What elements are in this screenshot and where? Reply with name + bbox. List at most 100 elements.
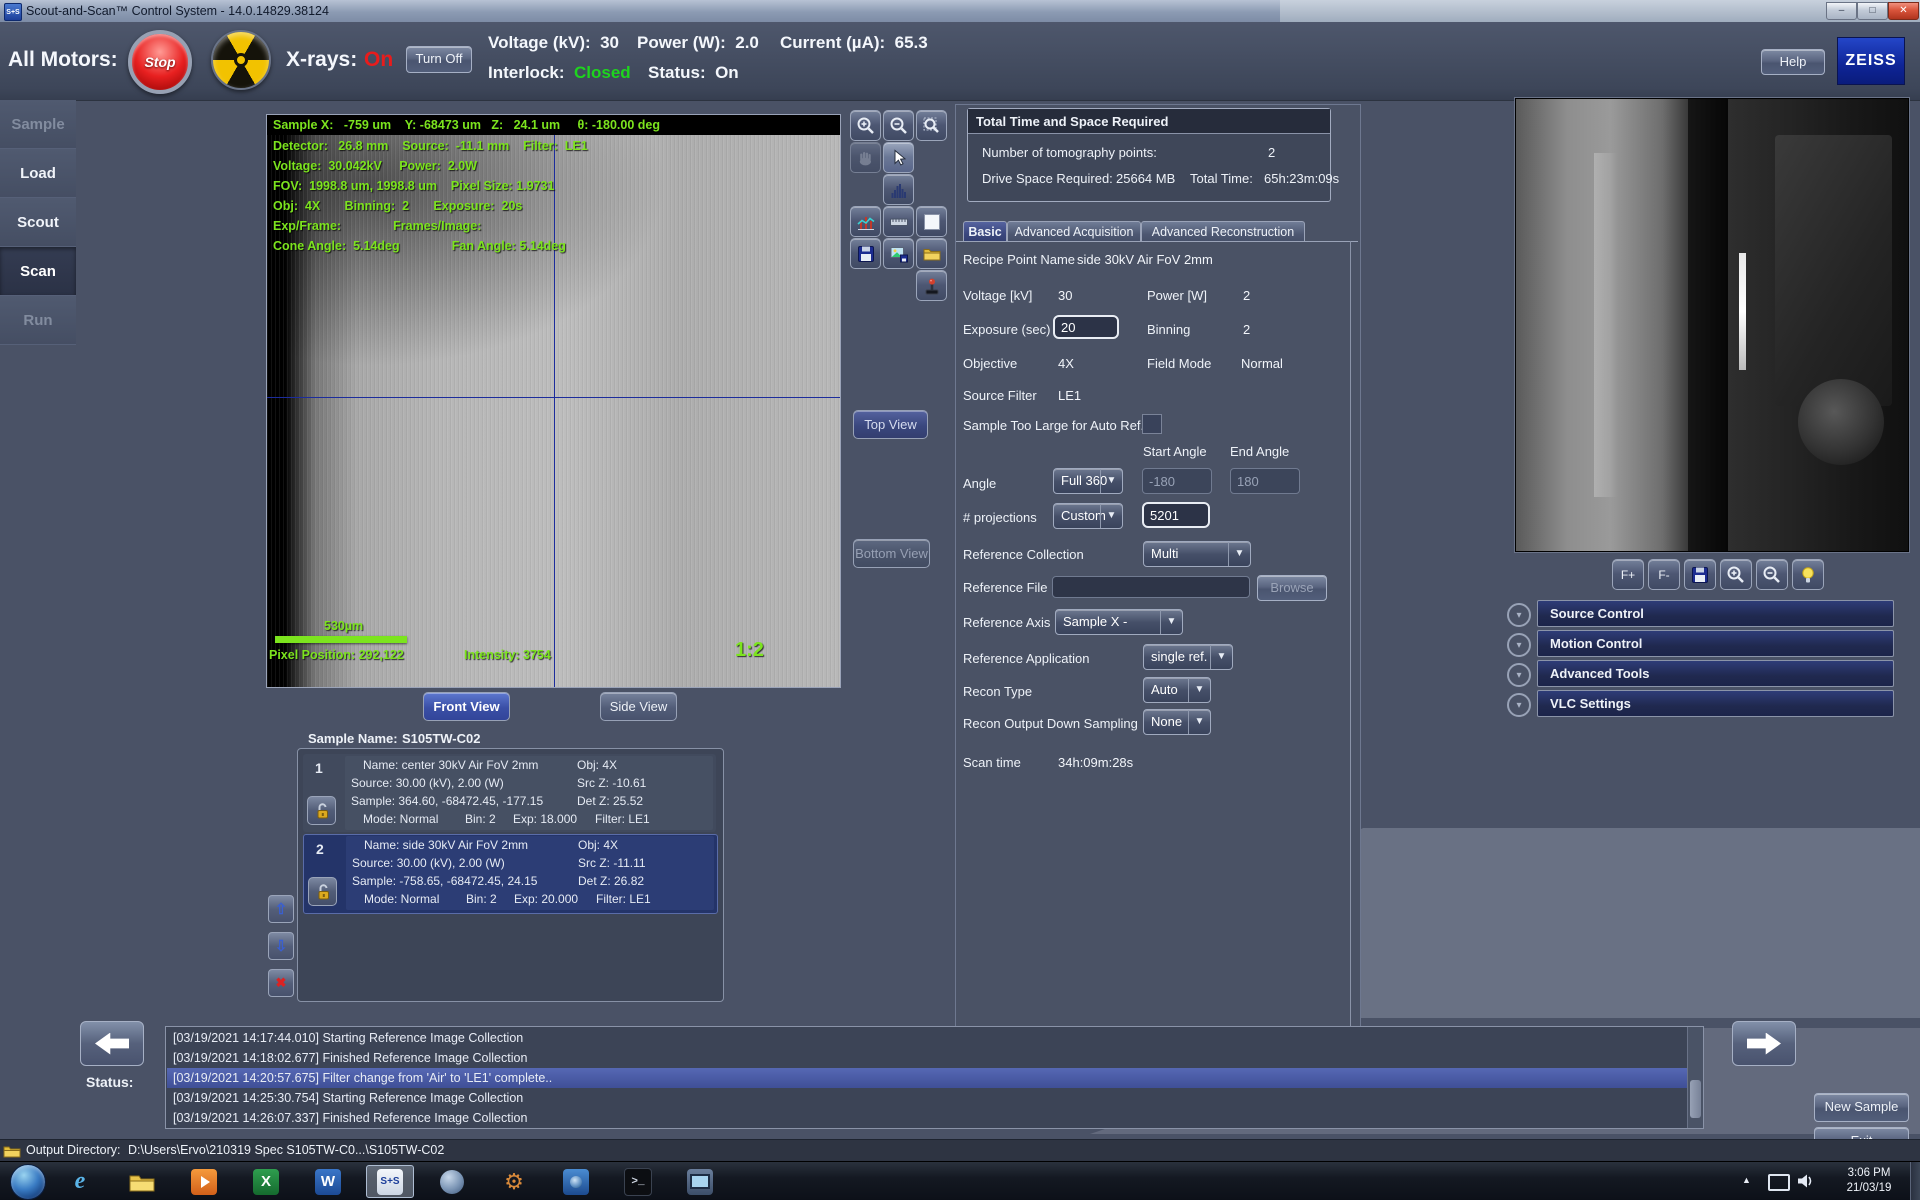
chevron-down-icon[interactable]: ▾ (1507, 693, 1531, 717)
ruler-icon[interactable] (883, 206, 914, 237)
nav-item-run[interactable]: Run (0, 296, 76, 345)
ref-axis-dropdown[interactable]: Sample X - ▼ (1055, 609, 1183, 635)
all-motors-stop-button[interactable]: Stop (128, 30, 192, 94)
tray-volume-icon[interactable] (1796, 1173, 1814, 1194)
cursor-select-icon[interactable] (883, 142, 914, 173)
camera-zoom-in-icon[interactable] (1720, 559, 1752, 590)
log-scrollbar-thumb[interactable] (1690, 1079, 1701, 1118)
projections-input[interactable] (1142, 502, 1210, 528)
region-box-icon[interactable] (916, 206, 947, 237)
taskbar-settings-app[interactable]: ⚙ (490, 1165, 538, 1198)
taskbar-clock[interactable]: 3:06 PM 21/03/19 (1838, 1166, 1900, 1196)
log-line[interactable]: [03/19/2021 14:25:30.754] Starting Refer… (167, 1088, 1692, 1108)
recipe-point-row-2-selected[interactable]: 2 Name: side 30kV Air FoV 2mm Obj: 4X So… (303, 834, 718, 914)
ref-collection-dropdown[interactable]: Multi ▼ (1143, 541, 1251, 567)
nav-item-scout[interactable]: Scout (0, 198, 76, 247)
light-bulb-icon[interactable] (1792, 559, 1824, 590)
joystick-icon[interactable] (916, 270, 947, 301)
tray-expand-icon[interactable]: ▲ (1742, 1175, 1751, 1185)
taskbar-camera-app[interactable] (552, 1165, 600, 1198)
ref-application-dropdown[interactable]: single ref. ▼ (1143, 644, 1233, 670)
delete-recipe-point-button[interactable]: ✖ (268, 969, 294, 997)
minimize-button[interactable]: – (1826, 2, 1857, 20)
top-view-button[interactable]: Top View (853, 410, 928, 439)
histogram-icon[interactable] (883, 174, 914, 205)
taskbar-explorer[interactable] (118, 1165, 166, 1198)
lock-icon[interactable] (307, 796, 336, 825)
recon-type-dropdown[interactable]: Auto ▼ (1143, 677, 1211, 703)
ref-file-input[interactable] (1052, 576, 1250, 598)
zoom-out-icon[interactable] (883, 110, 914, 141)
turn-off-button[interactable]: Turn Off (406, 46, 472, 73)
pan-hand-icon[interactable] (850, 142, 881, 173)
tab-advanced-reconstruction[interactable]: Advanced Reconstruction (1141, 221, 1305, 242)
chevron-down-icon[interactable]: ▾ (1507, 663, 1531, 687)
close-button[interactable]: ✕ (1888, 2, 1919, 20)
xray-image-viewport[interactable]: Sample X: -759 um Y: -68473 um Z: 24.1 u… (266, 114, 841, 688)
tab-basic[interactable]: Basic (963, 221, 1007, 242)
row-filter: Filter: LE1 (595, 812, 650, 826)
back-arrow-button[interactable] (80, 1021, 144, 1066)
taskbar-word[interactable]: W (304, 1165, 352, 1198)
chevron-down-icon[interactable]: ▾ (1507, 603, 1531, 627)
log-line[interactable]: [03/19/2021 14:17:44.010] Starting Refer… (167, 1028, 1692, 1048)
accordion-advanced-tools[interactable]: Advanced Tools (1537, 660, 1894, 687)
taskbar-console[interactable]: >_ (614, 1165, 662, 1198)
tab-advanced-acquisition[interactable]: Advanced Acquisition (1007, 221, 1141, 242)
status-log[interactable]: [03/19/2021 14:17:44.010] Starting Refer… (165, 1026, 1704, 1129)
focus-plus-button[interactable]: F+ (1612, 559, 1644, 590)
chevron-down-icon: ▼ (1100, 504, 1122, 528)
front-view-button[interactable]: Front View (423, 692, 510, 721)
zoom-in-icon[interactable] (850, 110, 881, 141)
save-icon[interactable] (850, 238, 881, 269)
log-line-selected[interactable]: [03/19/2021 14:20:57.675] Filter change … (167, 1068, 1692, 1088)
taskbar-excel[interactable]: X (242, 1165, 290, 1198)
tray-display-icon[interactable] (1768, 1174, 1790, 1191)
taskbar-internet-explorer[interactable]: e (56, 1165, 104, 1198)
log-line[interactable]: [03/19/2021 14:18:02.677] Finished Refer… (167, 1048, 1692, 1068)
export-image-icon[interactable] (883, 238, 914, 269)
row-filter: Filter: LE1 (596, 892, 651, 906)
power-value: 2 (1243, 288, 1251, 303)
row-index: 1 (315, 760, 323, 776)
help-button[interactable]: Help (1761, 49, 1825, 75)
taskbar-display-app[interactable] (676, 1165, 724, 1198)
show-desktop-button[interactable] (1910, 1162, 1920, 1200)
accordion-motion-control[interactable]: Motion Control (1537, 630, 1894, 657)
field-mode-value: Normal (1241, 356, 1283, 371)
side-view-button[interactable]: Side View (600, 692, 677, 721)
window-title-bar[interactable]: S+S Scout-and-Scan™ Control System - 14.… (0, 0, 1920, 23)
new-sample-button[interactable]: New Sample (1814, 1093, 1909, 1122)
maximize-button[interactable]: □ (1857, 2, 1888, 20)
too-large-checkbox[interactable] (1142, 414, 1162, 434)
nav-item-load[interactable]: Load (0, 149, 76, 198)
open-folder-icon[interactable] (916, 238, 947, 269)
angle-mode-dropdown[interactable]: Full 360 ▼ (1053, 468, 1123, 494)
recon-downsampling-dropdown[interactable]: None ▼ (1143, 709, 1211, 735)
camera-zoom-out-icon[interactable] (1756, 559, 1788, 590)
move-down-button[interactable]: ⇩ (268, 932, 294, 960)
line-profile-icon[interactable] (850, 206, 881, 237)
save-camera-image-icon[interactable] (1684, 559, 1716, 590)
taskbar-media-app[interactable] (180, 1165, 228, 1198)
focus-minus-button[interactable]: F- (1648, 559, 1680, 590)
lock-icon[interactable] (308, 877, 337, 906)
taskbar-scout-and-scan-active[interactable]: S+S (366, 1165, 414, 1198)
recipe-point-row-1[interactable]: 1 Name: center 30kV Air FoV 2mm Obj: 4X … (303, 754, 716, 832)
bottom-view-button[interactable]: Bottom View (853, 539, 930, 568)
move-up-button[interactable]: ⇧ (268, 895, 294, 923)
nav-item-scan[interactable]: Scan (0, 247, 76, 296)
taskbar-network-app[interactable] (428, 1165, 476, 1198)
accordion-source-control[interactable]: Source Control (1537, 600, 1894, 627)
log-line[interactable]: [03/19/2021 14:26:07.337] Finished Refer… (167, 1108, 1692, 1128)
exposure-input[interactable] (1053, 315, 1119, 339)
objective-value: 4X (1058, 356, 1074, 371)
log-scrollbar[interactable] (1687, 1027, 1703, 1128)
forward-arrow-button[interactable] (1732, 1021, 1796, 1066)
start-button[interactable] (10, 1164, 46, 1200)
chevron-down-icon[interactable]: ▾ (1507, 633, 1531, 657)
projections-mode-dropdown[interactable]: Custom ▼ (1053, 503, 1123, 529)
zoom-fit-icon[interactable] (916, 110, 947, 141)
accordion-vlc-settings[interactable]: VLC Settings (1537, 690, 1894, 717)
nav-item-sample[interactable]: Sample (0, 100, 76, 149)
